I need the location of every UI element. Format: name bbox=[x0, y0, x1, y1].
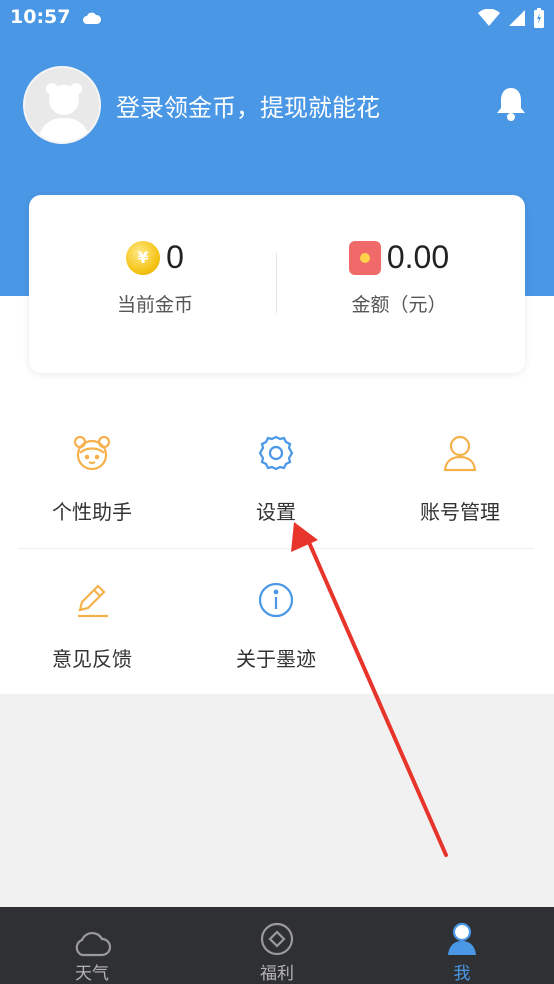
tab-label: 天气 bbox=[75, 964, 109, 984]
menu-item-feedback[interactable]: 意见反馈 bbox=[0, 577, 184, 672]
menu-label: 设置 bbox=[256, 500, 296, 524]
tab-label: 我 bbox=[453, 964, 471, 984]
tab-weather[interactable]: 天气 bbox=[0, 907, 184, 984]
tab-me[interactable]: 我 bbox=[370, 907, 554, 984]
person-icon bbox=[370, 907, 554, 957]
amount-label: 金额（元） bbox=[351, 294, 447, 316]
menu-label: 意见反馈 bbox=[52, 647, 132, 671]
status-right-icons bbox=[478, 8, 544, 28]
diamond-icon bbox=[185, 907, 369, 957]
bell-icon[interactable] bbox=[495, 86, 527, 126]
gear-icon bbox=[184, 430, 368, 476]
avatar[interactable] bbox=[23, 66, 101, 144]
yen-coin-icon: ¥ bbox=[126, 240, 161, 275]
status-bar: 10:57 bbox=[0, 0, 554, 36]
tab-welfare[interactable]: 福利 bbox=[185, 907, 369, 984]
amount-value: 0.00 bbox=[386, 239, 450, 275]
user-icon bbox=[368, 430, 552, 476]
signal-icon bbox=[509, 10, 525, 26]
stats-card: ¥ 0 当前金币 0.00 金额（元） bbox=[29, 195, 525, 373]
coins-label: 当前金币 bbox=[116, 294, 193, 316]
assistant-icon bbox=[0, 430, 184, 476]
menu-label: 关于墨迹 bbox=[236, 647, 316, 671]
cloud-icon bbox=[0, 907, 184, 957]
menu-item-about[interactable]: 关于墨迹 bbox=[184, 577, 368, 672]
coins-value: 0 bbox=[166, 239, 184, 275]
red-packet-icon bbox=[348, 240, 381, 275]
wifi-icon bbox=[478, 9, 500, 26]
coins-stat[interactable]: ¥ 0 当前金币 bbox=[55, 239, 255, 317]
menu-label: 账号管理 bbox=[420, 500, 500, 524]
bottom-nav: 天气 福利 我 bbox=[0, 907, 554, 984]
menu-item-settings[interactable]: 设置 bbox=[184, 430, 368, 525]
pencil-icon bbox=[0, 577, 184, 623]
battery-icon bbox=[534, 8, 544, 28]
amount-stat[interactable]: 0.00 金额（元） bbox=[299, 239, 499, 317]
weather-status-icon bbox=[82, 10, 102, 29]
info-icon bbox=[184, 577, 368, 623]
stats-divider bbox=[276, 253, 277, 313]
menu-item-assistant[interactable]: 个性助手 bbox=[0, 430, 184, 525]
menu-item-account[interactable]: 账号管理 bbox=[368, 430, 552, 525]
status-time: 10:57 bbox=[10, 6, 71, 28]
login-prompt[interactable]: 登录领金币，提现就能花 bbox=[116, 88, 380, 123]
tab-label: 福利 bbox=[260, 964, 294, 984]
menu-divider bbox=[18, 548, 534, 549]
menu-label: 个性助手 bbox=[52, 500, 132, 524]
